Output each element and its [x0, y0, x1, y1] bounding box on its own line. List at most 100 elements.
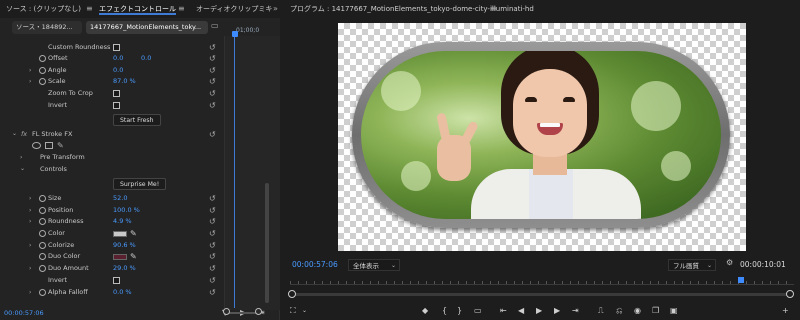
more-panels-icon[interactable]: » [273, 3, 278, 15]
stopwatch-icon[interactable] [39, 230, 46, 237]
stopwatch-icon[interactable] [39, 253, 46, 260]
zoom-scrollbar[interactable] [292, 293, 792, 296]
position-value[interactable]: 100.0 % [113, 205, 140, 216]
chevron-right-icon[interactable]: › [29, 76, 31, 87]
play-button[interactable]: ▶ [536, 305, 542, 317]
reset-icon[interactable]: ↺ [209, 229, 216, 238]
chevron-right-icon[interactable]: › [29, 216, 31, 227]
reset-icon[interactable]: ↺ [209, 252, 216, 261]
playhead-timecode[interactable]: 00:00:57:06 [292, 260, 338, 269]
reset-icon[interactable]: ↺ [209, 66, 216, 75]
panel-menu-icon[interactable]: ≡ [86, 3, 93, 15]
chevron-right-icon[interactable]: › [29, 65, 31, 76]
chevron-down-icon[interactable]: ⌄ [20, 163, 25, 174]
wrench-icon[interactable]: ⚙ [726, 258, 733, 267]
colorize-value[interactable]: 90.6 % [113, 240, 136, 251]
eyedropper-icon[interactable]: ✎ [130, 251, 137, 262]
custom-roundness-checkbox[interactable] [113, 44, 120, 51]
chevron-right-icon[interactable]: › [29, 240, 31, 251]
lift-icon[interactable]: ⎍ [598, 305, 604, 317]
vertical-scrollbar[interactable] [265, 183, 269, 303]
reset-icon[interactable]: ↺ [209, 217, 216, 226]
camera-icon[interactable]: ◉ [634, 305, 641, 317]
add-button[interactable]: + [782, 305, 789, 317]
pen-mask-icon[interactable]: ✎ [57, 140, 64, 151]
angle-value[interactable]: 0.0 [113, 65, 123, 76]
panel-menu-icon[interactable]: ≡ [490, 3, 497, 15]
go-to-in-icon[interactable]: ⇤ [500, 305, 507, 317]
chevron-right-icon[interactable]: › [29, 263, 31, 274]
stopwatch-icon[interactable] [39, 55, 46, 62]
playhead-icon[interactable] [738, 277, 744, 283]
roundness-value[interactable]: 4.9 % [113, 216, 132, 227]
zoom-to-crop-checkbox[interactable] [113, 90, 120, 97]
reset-icon[interactable]: ↺ [209, 101, 216, 110]
chevron-down-icon[interactable]: ⌄ [12, 128, 17, 139]
chevron-right-icon[interactable]: › [29, 193, 31, 204]
multicam-icon[interactable]: ▣ [670, 305, 678, 317]
offset-y-value[interactable]: 0.0 [141, 53, 151, 64]
scrollbar-handle-left[interactable] [288, 290, 296, 298]
add-marker-icon[interactable]: ◆ [422, 305, 428, 317]
color-swatch[interactable] [113, 231, 127, 237]
mark-out-icon[interactable]: } [457, 305, 462, 317]
clear-marks-icon[interactable]: ▭ [474, 305, 482, 317]
stopwatch-icon[interactable] [39, 78, 46, 85]
sequence-clip-tab[interactable]: 14177667_MotionElements_toky... [86, 21, 208, 34]
source-clip-tab[interactable]: ソース・184892... [12, 21, 82, 34]
tab-audio-clip-mixer[interactable]: オーディオクリップミキ [196, 3, 272, 15]
reset-icon[interactable]: ↺ [209, 89, 216, 98]
invert-checkbox[interactable] [113, 277, 120, 284]
scale-value[interactable]: 87.0 % [113, 76, 136, 87]
duo-amount-value[interactable]: 29.0 % [113, 263, 136, 274]
stopwatch-icon[interactable] [39, 218, 46, 225]
offset-x-value[interactable]: 0.0 [113, 53, 123, 64]
chevron-right-icon[interactable]: › [20, 152, 22, 163]
zoom-slider-handle[interactable] [255, 308, 262, 315]
zoom-slider-handle[interactable] [223, 308, 230, 315]
reset-icon[interactable]: ↺ [209, 264, 216, 273]
stopwatch-icon[interactable] [39, 67, 46, 74]
tab-program[interactable]: プログラム : 14177667_MotionElements_tokyo-do… [290, 3, 534, 15]
current-timecode[interactable]: 00:00:57:06 [4, 309, 44, 317]
stopwatch-icon[interactable] [39, 242, 46, 249]
fx-badge[interactable]: fx [21, 129, 27, 140]
chevron-down-icon[interactable]: ⌄ [302, 305, 307, 317]
alpha-falloff-value[interactable]: 0.0 % [113, 287, 132, 298]
surprise-me-button[interactable]: Surprise Me! [113, 178, 167, 190]
stopwatch-icon[interactable] [39, 289, 46, 296]
stopwatch-icon[interactable] [39, 195, 46, 202]
reset-icon[interactable]: ↺ [209, 276, 216, 285]
reset-icon[interactable]: ↺ [209, 241, 216, 250]
scrollbar-handle-right[interactable] [786, 290, 794, 298]
step-back-icon[interactable]: ◀ [518, 305, 524, 317]
tab-source[interactable]: ソース : (クリップなし) [6, 3, 81, 15]
reset-icon[interactable]: ↺ [209, 288, 216, 297]
eyedropper-icon[interactable]: ✎ [130, 228, 137, 239]
chevron-right-icon[interactable]: › [29, 205, 31, 216]
reset-icon[interactable]: ↺ [209, 77, 216, 86]
mark-in-icon[interactable]: { [442, 305, 447, 317]
reset-icon[interactable]: ↺ [209, 206, 216, 215]
zoom-slider-track[interactable] [226, 312, 258, 314]
reset-icon[interactable]: ↺ [209, 43, 216, 52]
chevron-right-icon[interactable]: › [29, 287, 31, 298]
ellipse-mask-icon[interactable] [32, 142, 41, 149]
effect-timeline-strip[interactable] [224, 36, 280, 310]
panel-layout-icon[interactable]: ▭ [211, 21, 219, 30]
video-canvas[interactable] [338, 23, 746, 251]
invert-checkbox[interactable] [113, 102, 120, 109]
size-value[interactable]: 52.0 [113, 193, 127, 204]
reset-icon[interactable]: ↺ [209, 194, 216, 203]
go-to-out-icon[interactable]: ⇥ [572, 305, 579, 317]
stopwatch-icon[interactable] [39, 207, 46, 214]
duo-color-swatch[interactable] [113, 254, 127, 260]
playhead-icon[interactable] [232, 31, 238, 37]
scale-tool-icon[interactable]: ⛶ [290, 305, 296, 317]
rectangle-mask-icon[interactable] [45, 142, 53, 149]
time-ruler[interactable] [290, 275, 794, 285]
panel-menu-icon[interactable]: ≡ [178, 3, 185, 15]
reset-icon[interactable]: ↺ [209, 130, 216, 139]
compare-view-icon[interactable]: ❐ [652, 305, 659, 317]
tab-effect-controls[interactable]: エフェクトコントロール [99, 3, 176, 15]
